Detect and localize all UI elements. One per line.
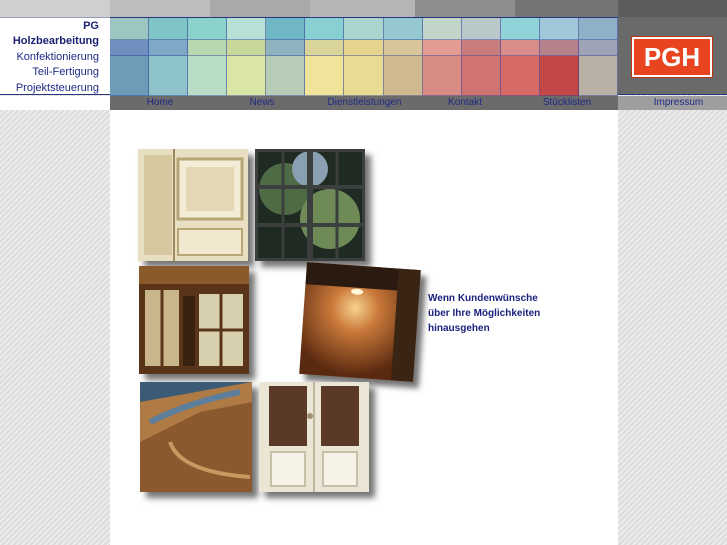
mosaic-tile xyxy=(188,40,228,56)
mosaic-tile xyxy=(188,18,228,40)
mosaic-tile xyxy=(578,40,618,56)
wooden-staircase-icon xyxy=(140,382,252,492)
ornate-door-panel-icon xyxy=(138,149,248,261)
mosaic-tile xyxy=(227,56,267,96)
main-navigation: Home News Dienstleistungen Kontakt Stück… xyxy=(0,96,727,110)
mosaic-tile xyxy=(305,56,345,96)
mosaic-tile xyxy=(422,40,462,56)
wood-room-interior-icon xyxy=(139,266,249,374)
mosaic-tile xyxy=(461,40,501,56)
mosaic-tile xyxy=(539,40,579,56)
brand-line-holzbearbeitung[interactable]: Holzbearbeitung xyxy=(0,34,99,49)
tagline-line-3: hinausgehen xyxy=(428,323,490,334)
mosaic-tile xyxy=(266,40,306,56)
mosaic-tile xyxy=(344,18,384,40)
mosaic-tile xyxy=(461,56,501,96)
mosaic-tile xyxy=(149,18,189,40)
header-mosaic-image xyxy=(110,17,618,96)
nav-kontakt-link[interactable]: Kontakt xyxy=(415,96,515,110)
mosaic-tile xyxy=(578,18,618,40)
mosaic-tile xyxy=(305,40,345,56)
mosaic-tile xyxy=(422,56,462,96)
mosaic-tile xyxy=(110,56,150,96)
brand-line-projektsteuerung[interactable]: Projektsteuerung xyxy=(0,81,99,96)
site-header: PG Holzbearbeitung Konfektionierung Teil… xyxy=(0,0,727,110)
mosaic-tile xyxy=(344,40,384,56)
mosaic-tile xyxy=(422,18,462,40)
top-color-strip xyxy=(0,0,727,17)
nav-home-link[interactable]: Home xyxy=(110,96,210,110)
mosaic-tile xyxy=(110,18,150,40)
mosaic-tile xyxy=(500,40,540,56)
wall-lamp-wood-icon xyxy=(299,262,421,382)
mosaic-tile xyxy=(266,18,306,40)
brand-line-konfektionierung[interactable]: Konfektionierung xyxy=(0,50,99,65)
mosaic-tile xyxy=(383,40,423,56)
mosaic-tile xyxy=(149,40,189,56)
logo-area: PGH xyxy=(618,17,727,95)
pgh-logo[interactable]: PGH xyxy=(632,37,712,77)
brand-line-teil-fertigung[interactable]: Teil-Fertigung xyxy=(0,65,99,80)
window-trees-photo xyxy=(255,149,365,261)
brand-short-name: PG xyxy=(83,20,99,32)
staircase-photo xyxy=(140,382,252,492)
mosaic-tile xyxy=(500,56,540,96)
mosaic-tile xyxy=(227,40,267,56)
carved-door-photo xyxy=(138,149,248,261)
nav-stuecklisten-link[interactable]: Stücklisten xyxy=(516,96,618,110)
window-with-trees-icon xyxy=(255,149,365,261)
nav-left-spacer xyxy=(0,96,110,110)
tagline-line-2: über Ihre Möglichkeiten xyxy=(428,308,541,319)
mosaic-tile xyxy=(149,56,189,96)
mosaic-tile xyxy=(110,40,150,56)
mosaic-tile xyxy=(344,56,384,96)
nav-dienstleistungen-link[interactable]: Dienstleistungen xyxy=(312,96,417,110)
mosaic-tile xyxy=(227,18,267,40)
brand-block: PG Holzbearbeitung Konfektionierung Teil… xyxy=(0,17,110,95)
mosaic-tile xyxy=(578,56,618,96)
tagline-line-1: Wenn Kundenwünsche xyxy=(428,293,538,304)
mosaic-tile xyxy=(188,56,228,96)
mosaic-tile xyxy=(500,18,540,40)
mosaic-tile xyxy=(539,18,579,40)
nav-news-link[interactable]: News xyxy=(212,96,312,110)
white-double-door-icon xyxy=(259,382,369,492)
mosaic-tile xyxy=(383,56,423,96)
mosaic-tile xyxy=(461,18,501,40)
lamp-paneling-photo xyxy=(299,262,421,382)
mosaic-tile xyxy=(539,56,579,96)
double-door-photo xyxy=(259,382,369,492)
mosaic-tile xyxy=(305,18,345,40)
mosaic-tile xyxy=(383,18,423,40)
mosaic-tile xyxy=(266,56,306,96)
conservatory-photo xyxy=(139,266,249,374)
nav-impressum-link[interactable]: Impressum xyxy=(630,96,727,110)
tagline: Wenn Kundenwünsche über Ihre Möglichkeit… xyxy=(428,291,540,336)
